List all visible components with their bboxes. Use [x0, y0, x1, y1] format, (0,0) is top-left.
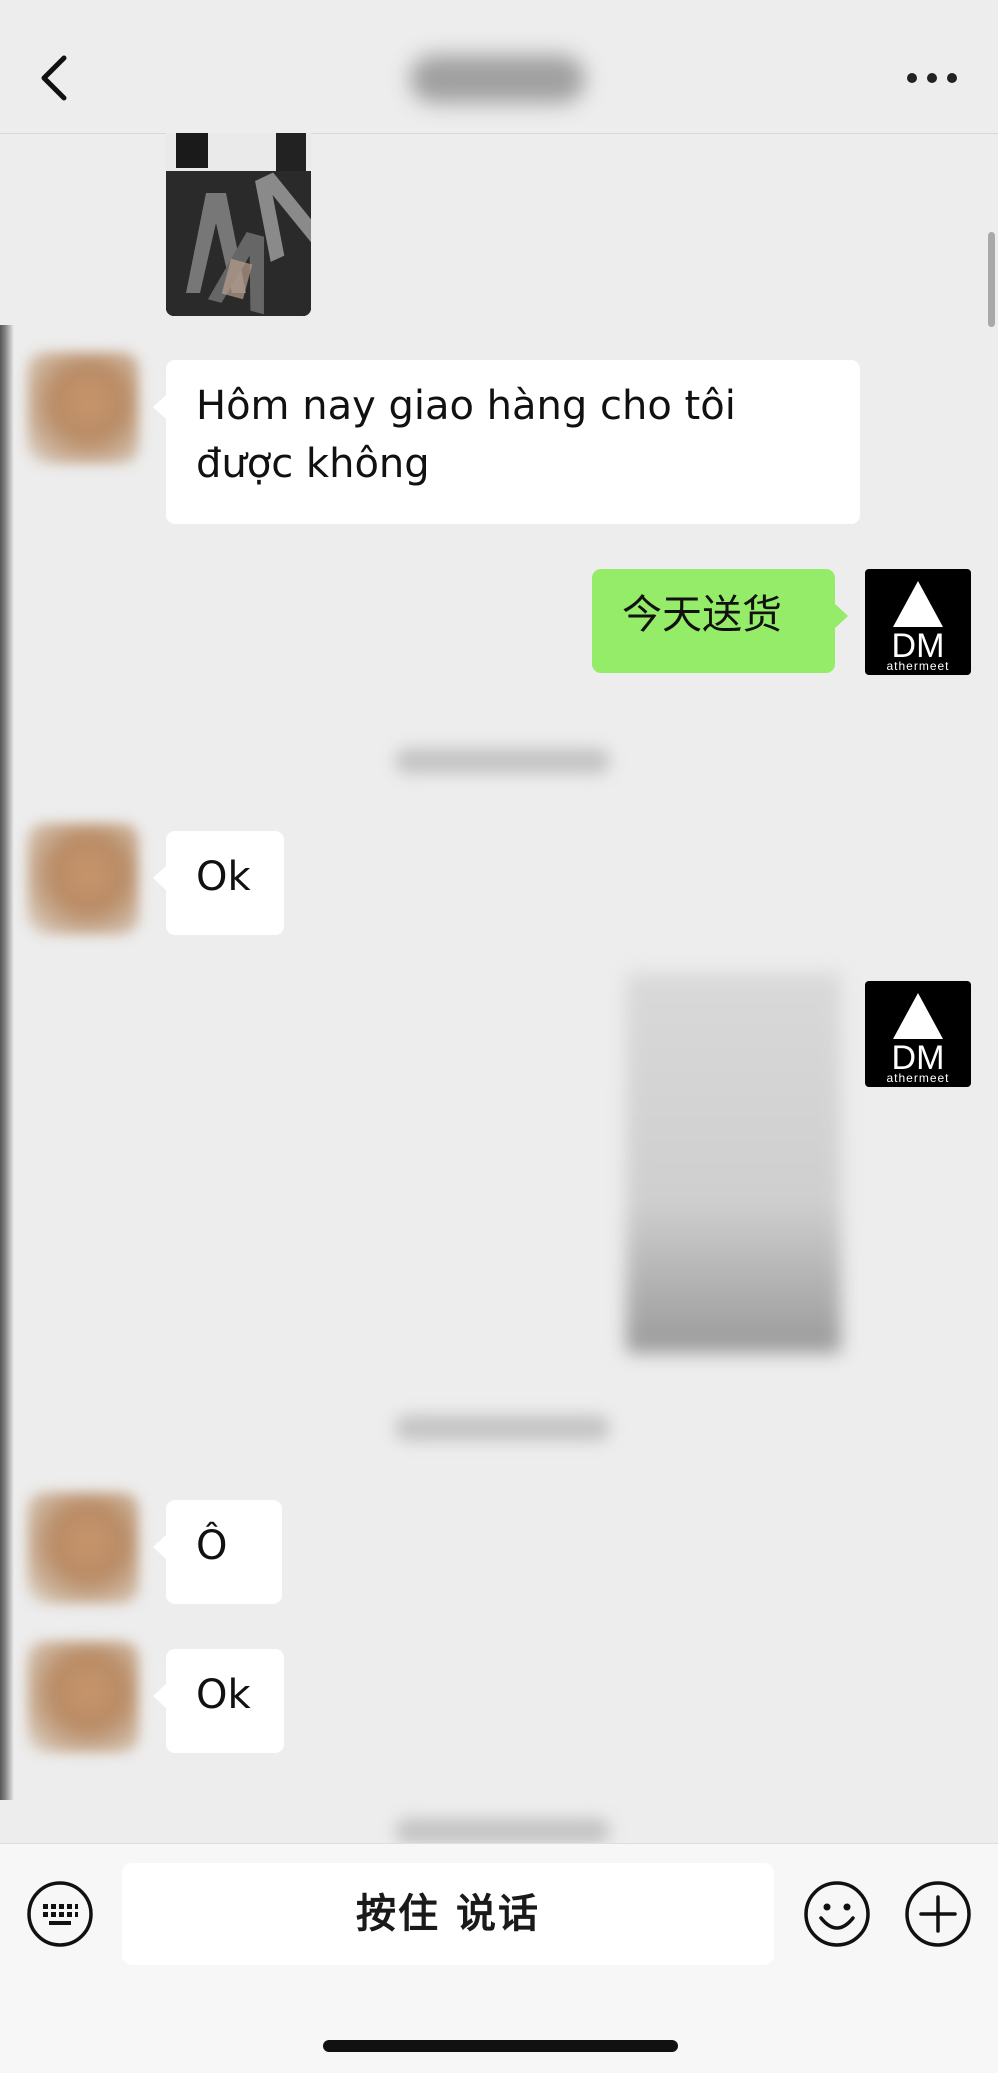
chat-title	[410, 55, 585, 103]
timestamp	[395, 748, 610, 774]
chat-header	[0, 0, 998, 134]
contact-avatar[interactable]	[27, 352, 139, 464]
message-text: Ok	[196, 1672, 251, 1718]
plus-button[interactable]	[904, 1880, 972, 1948]
message-bubble-incoming[interactable]: Ô	[153, 1500, 282, 1604]
contact-avatar[interactable]	[27, 1641, 139, 1753]
scrollbar[interactable]	[988, 232, 995, 327]
back-button[interactable]	[30, 40, 90, 110]
dm-logo-icon: DM athermeet	[886, 993, 949, 1085]
message-bubble-incoming[interactable]: Ok	[153, 1649, 284, 1753]
my-avatar[interactable]: DM athermeet	[865, 569, 971, 675]
emoji-button[interactable]	[803, 1880, 871, 1948]
svg-text:athermeet: athermeet	[886, 659, 949, 673]
more-button[interactable]	[898, 58, 968, 98]
message-text: 今天送货	[622, 592, 782, 638]
hold-to-talk-button[interactable]: 按住 说话	[122, 1863, 774, 1965]
message-bubble-incoming[interactable]: Ok	[153, 831, 284, 935]
timestamp	[395, 1818, 610, 1844]
timestamp	[395, 1415, 610, 1441]
contact-avatar[interactable]	[27, 1492, 139, 1604]
ellipsis-icon	[907, 73, 957, 83]
plus-circle-icon	[905, 1881, 971, 1947]
image-message-outgoing[interactable]	[626, 973, 841, 1353]
smiley-icon	[804, 1881, 870, 1947]
home-indicator[interactable]	[323, 2040, 678, 2052]
message-text: Ok	[196, 854, 251, 900]
keyboard-toggle-button[interactable]	[26, 1880, 94, 1948]
message-bubble-incoming[interactable]: Hôm nay giao hàng cho tôi được không	[153, 360, 860, 524]
my-avatar[interactable]: DM athermeet	[865, 981, 971, 1087]
left-edge-shadow	[0, 325, 14, 1800]
chevron-left-icon	[41, 55, 67, 101]
dm-logo-icon: DM athermeet	[886, 581, 949, 673]
contact-avatar[interactable]	[27, 823, 139, 935]
keyboard-icon	[27, 1881, 93, 1947]
image-message-thumbnail[interactable]	[166, 133, 311, 316]
photo-image	[166, 133, 311, 316]
svg-text:athermeet: athermeet	[886, 1071, 949, 1085]
message-text: Ô	[196, 1523, 228, 1569]
message-text: Hôm nay giao hàng cho tôi được không	[196, 383, 736, 487]
message-bubble-outgoing[interactable]: 今天送货	[592, 569, 848, 673]
